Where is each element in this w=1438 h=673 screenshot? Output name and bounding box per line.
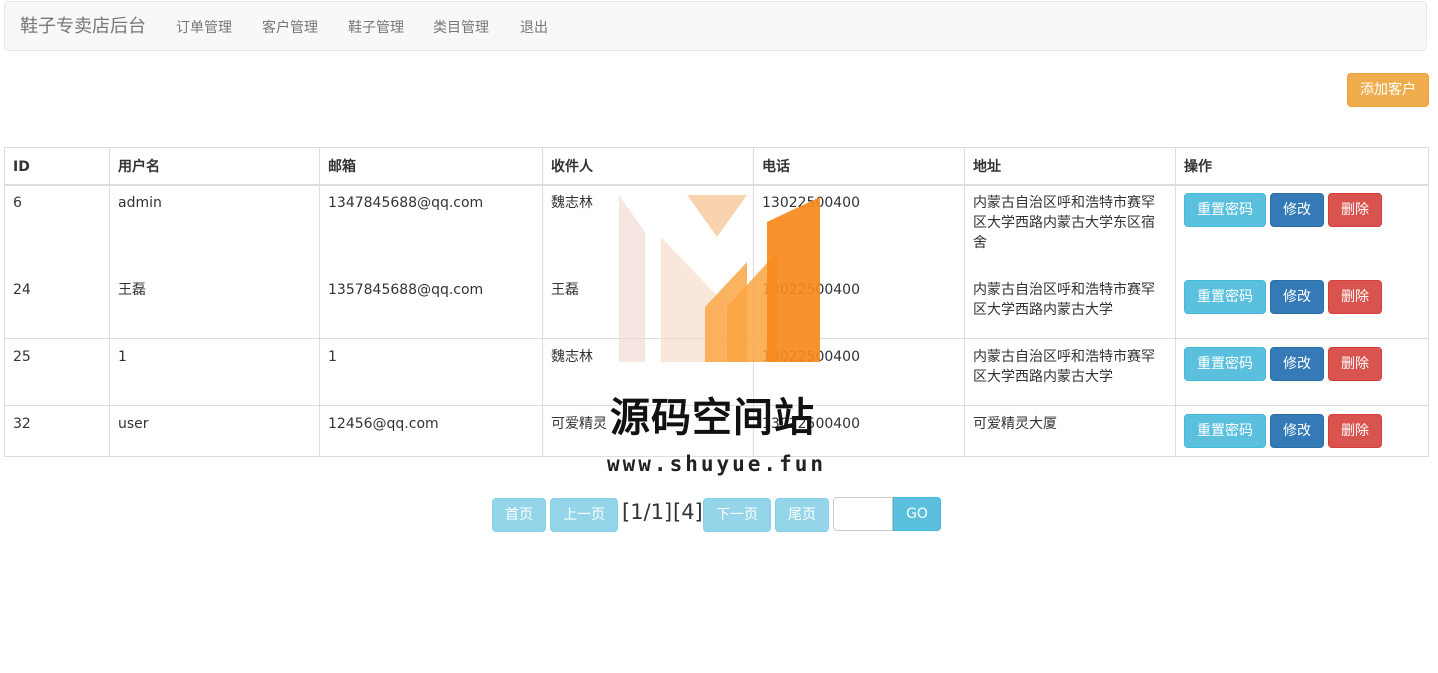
last-page-button[interactable]: 尾页 [775,498,829,532]
delete-button[interactable]: 删除 [1328,280,1382,314]
cell-email: 1347845688@qq.com [328,195,484,211]
header-email: 邮箱 [328,159,356,175]
edit-button[interactable]: 修改 [1270,193,1324,227]
edit-button[interactable]: 修改 [1270,414,1324,448]
cell-username: admin [118,195,162,211]
reset-password-button[interactable]: 重置密码 [1184,414,1266,448]
first-page-button[interactable]: 首页 [492,498,546,532]
top-navbar: 鞋子专卖店后台 订单管理 客户管理 鞋子管理 类目管理 退出 [4,1,1427,51]
cell-recipient: 王磊 [551,282,579,298]
cell-address: 可爱精灵大厦 [973,416,1057,432]
table-border-top [4,147,1429,148]
page-number-input[interactable] [833,497,893,531]
header-phone: 电话 [762,159,790,175]
edit-button[interactable]: 修改 [1270,280,1324,314]
header-actions: 操作 [1184,159,1212,175]
go-button[interactable]: GO [893,497,941,531]
cell-address: 内蒙古自治区呼和浩特市赛罕区大学西路内蒙古大学 [973,282,1155,318]
table-header-divider [4,184,1429,186]
cell-recipient: 魏志林 [551,195,593,211]
cell-username: user [118,416,149,432]
table-col-divider [1175,147,1176,457]
watermark-title: 源码空间站 [610,395,815,441]
cell-email: 1357845688@qq.com [328,282,484,298]
cell-id: 6 [13,195,22,211]
cell-phone: 13022500400 [762,195,860,211]
cell-id: 25 [13,349,31,365]
delete-button[interactable]: 删除 [1328,414,1382,448]
total-count: [4] [673,500,703,524]
nav-order-management[interactable]: 订单管理 [176,18,232,38]
table-border-right [1428,147,1429,457]
cell-email: 12456@qq.com [328,416,439,432]
cell-phone: 13022500400 [762,349,860,365]
delete-button[interactable]: 删除 [1328,193,1382,227]
table-col-divider [109,147,110,457]
next-page-button[interactable]: 下一页 [703,498,771,532]
nav-logout[interactable]: 退出 [520,18,548,38]
cell-phone: 13022500400 [762,282,860,298]
cell-address: 内蒙古自治区呼和浩特市赛罕区大学西路内蒙古大学 [973,349,1155,385]
table-border-left [4,147,5,457]
cell-id: 32 [13,416,31,432]
watermark-url: www.shuyue.fun [607,452,827,476]
cell-id: 24 [13,282,31,298]
cell-address: 内蒙古自治区呼和浩特市赛罕区大学西路内蒙古大学东区宿舍 [973,195,1155,251]
reset-password-button[interactable]: 重置密码 [1184,280,1266,314]
header-address: 地址 [973,159,1001,175]
cell-username: 1 [118,349,127,365]
page-info: [1/1] [622,500,673,524]
header-id: ID [13,159,30,175]
header-username: 用户名 [118,159,160,175]
delete-button[interactable]: 删除 [1328,347,1382,381]
cell-username: 王磊 [118,282,146,298]
prev-page-button[interactable]: 上一页 [550,498,618,532]
table-col-divider [319,147,320,457]
cell-recipient: 可爱精灵 [551,416,607,432]
header-recipient: 收件人 [551,159,593,175]
table-col-divider [542,147,543,457]
table-row-divider [4,338,1429,339]
nav-customer-management[interactable]: 客户管理 [262,18,318,38]
table-col-divider [964,147,965,457]
cell-email: 1 [328,349,337,365]
reset-password-button[interactable]: 重置密码 [1184,193,1266,227]
nav-category-management[interactable]: 类目管理 [433,18,489,38]
brand-title[interactable]: 鞋子专卖店后台 [20,16,146,38]
edit-button[interactable]: 修改 [1270,347,1324,381]
nav-shoe-management[interactable]: 鞋子管理 [348,18,404,38]
add-customer-button[interactable]: 添加客户 [1347,73,1429,107]
reset-password-button[interactable]: 重置密码 [1184,347,1266,381]
cell-recipient: 魏志林 [551,349,593,365]
